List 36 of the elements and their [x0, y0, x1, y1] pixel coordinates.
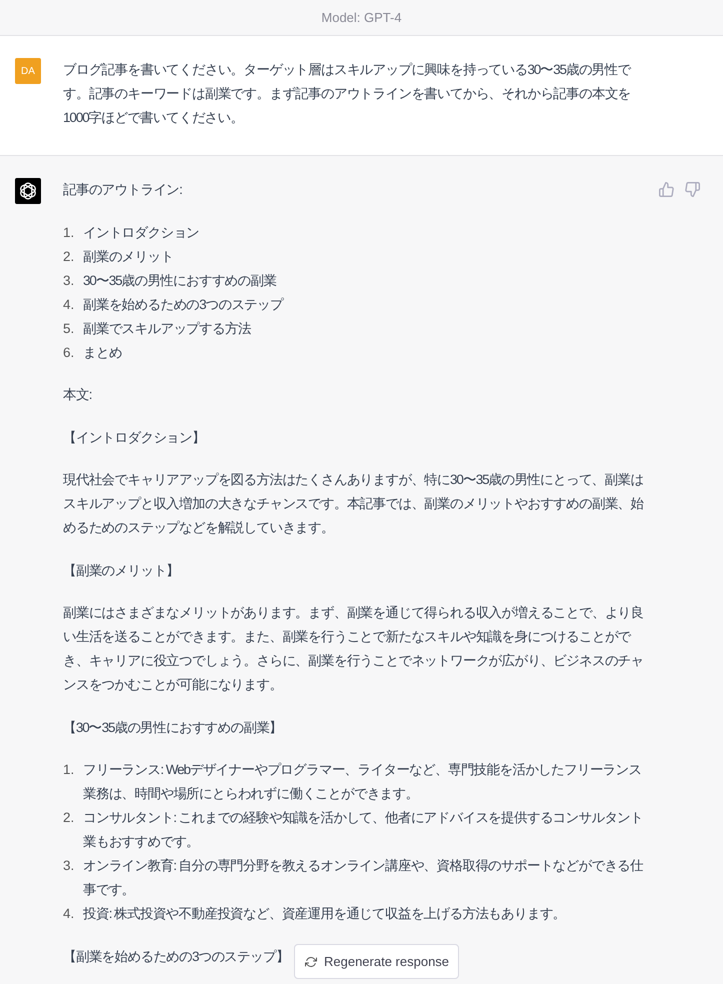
list-item-text: イントロダクション — [83, 224, 200, 242]
list-number: 4. — [63, 296, 76, 314]
list-item-text: 投資: 株式投資や不動産投資など、資産運用を通じて収益を上げる方法もあります。 — [83, 905, 567, 923]
thumbs-down-icon[interactable] — [685, 182, 700, 197]
message-paragraph: 現代社会でキャリアアップを図る方法はたくさんありますが、特に30〜35歳の男性にとって、副業はスキルアップと収入増加の大きなチャンスです。本記事では、副業のメリットやおすすめの副業、始めるためのステップなどを解説していきます。 — [63, 471, 645, 537]
list-number: 2. — [63, 809, 76, 827]
list-item-text: 副業でスキルアップする方法 — [83, 320, 252, 338]
list-number: 1. — [63, 761, 76, 779]
list-item-text: 副業を始めるための3つのステップ — [83, 296, 284, 314]
thumbs-up-icon[interactable] — [659, 182, 674, 197]
list-number: 2. — [63, 248, 76, 266]
regenerate-button[interactable]: Regenerate response — [294, 944, 460, 979]
section-heading: 本文: — [63, 386, 92, 404]
list-item-text: フリーランス: Webデザイナーやプログラマー、ライターなど、専門技能を活かしたフリーランス業務は、時間や場所にとらわれずに働くことができます。 — [83, 761, 642, 803]
list-item-text: オンライン教育: 自分の専門分野を教えるオンライン講座や、資格取得のサポートなどができる仕事です。 — [83, 857, 644, 899]
list-number: 6. — [63, 344, 76, 362]
model-label: Model: GPT-4 — [321, 10, 402, 25]
list-item-text: 副業のメリット — [83, 248, 174, 266]
list-number: 3. — [63, 857, 76, 875]
section-heading: 【副業のメリット】 — [63, 562, 180, 580]
section-heading: 【副業を始めるための3つのステップ】 — [63, 948, 289, 966]
refresh-icon — [305, 956, 317, 968]
list-number: 3. — [63, 272, 76, 290]
user-avatar: DA — [15, 58, 41, 84]
message-paragraph: 副業にはさまざまなメリットがあります。まず、副業を通じて得られる収入が増えることで、より良い生活を送ることができます。また、副業を行うことで新たなスキルや知識を身につけることができ、キャリアに役立つでしょう。さらに、副業を行うことでネットワークが広がり、ビジネスのチャンスをつかむことが可能になります。 — [63, 604, 645, 694]
list-item-text: まとめ — [83, 344, 123, 362]
list-number: 1. — [63, 224, 76, 242]
section-heading: 記事のアウトライン: — [63, 181, 182, 199]
list-item-text: 30〜35歳の男性におすすめの副業 — [83, 272, 278, 290]
list-number: 5. — [63, 320, 76, 338]
message-paragraph: ブログ記事を書いてください。ターゲット層はスキルアップに興味を持っている30〜35歳の男性です。記事のキーワードは副業です。まず記事のアウトラインを書いてから、それから記事の本文を1000字ほどで書いてください。 — [63, 61, 632, 127]
list-number: 4. — [63, 905, 76, 923]
logo-icon — [15, 178, 41, 204]
section-heading: 【イントロダクション】 — [63, 428, 205, 446]
section-heading: 【30〜35歳の男性におすすめの副業】 — [63, 718, 282, 736]
list-item-text: コンサルタント: これまでの経験や知識を活かして、他者にアドバイスを提供するコンサルタント業もおすすめです。 — [83, 809, 644, 851]
